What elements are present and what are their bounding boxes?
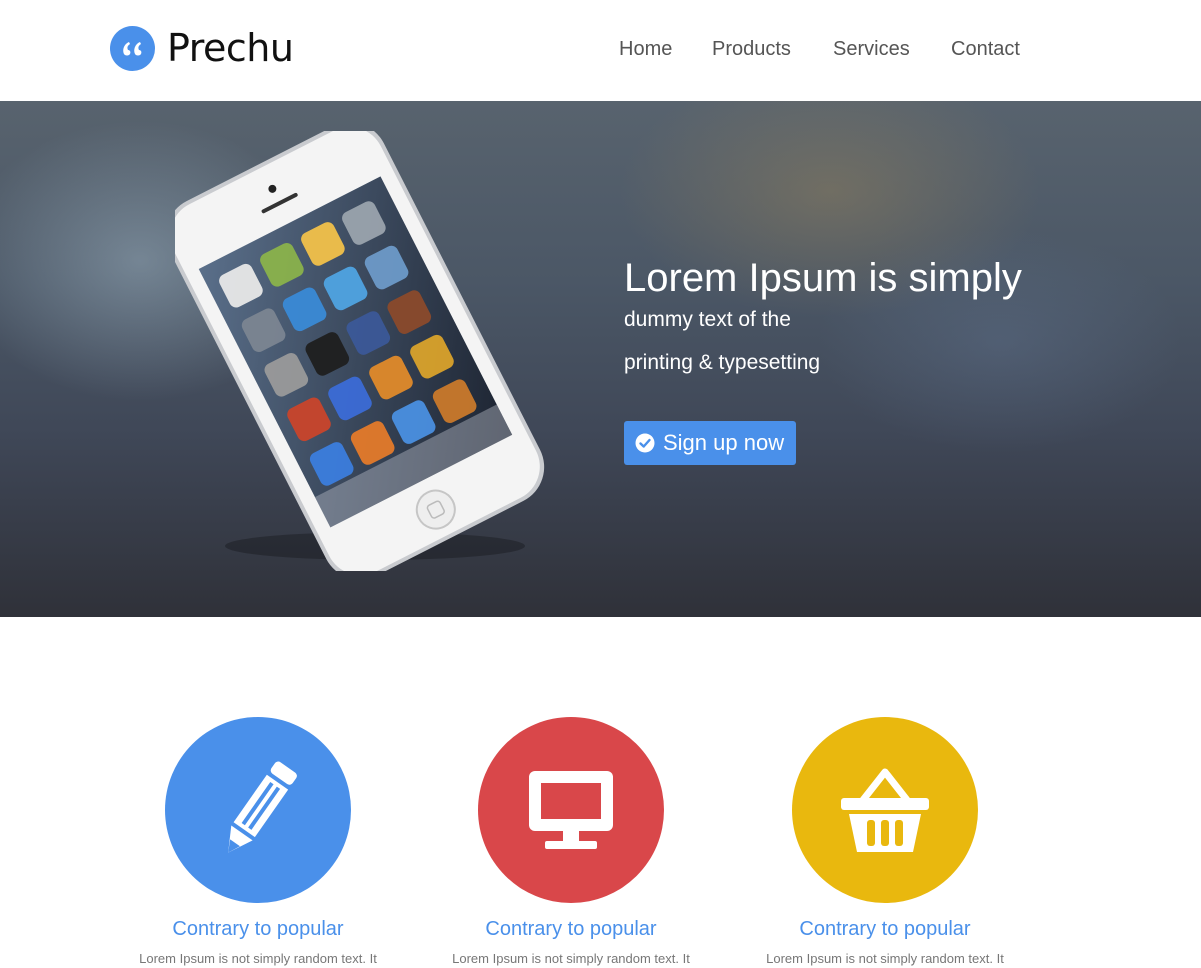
smartphone-image xyxy=(175,131,545,571)
nav-contact[interactable]: Contact xyxy=(951,36,1020,62)
nav-home[interactable]: Home xyxy=(619,36,672,62)
site-header: Prechu Home Products Services Contact xyxy=(0,0,1201,101)
feature-title: Contrary to popular xyxy=(485,918,657,940)
monitor-icon xyxy=(529,771,613,849)
nav-services[interactable]: Services xyxy=(833,36,910,62)
feature-text: Lorem Ipsum is not simply random text. I… xyxy=(139,951,377,966)
feature-text: Lorem Ipsum is not simply random text. I… xyxy=(452,951,690,966)
pencil-icon xyxy=(228,761,297,853)
feature-card-1: Contrary to popular Lorem Ipsum is not s… xyxy=(139,717,377,966)
hero-subtitle-line-1: dummy text of the xyxy=(624,308,791,331)
feature-icon-circle xyxy=(478,717,664,903)
feature-title: Contrary to popular xyxy=(799,918,971,940)
nav-products[interactable]: Products xyxy=(712,36,791,62)
feature-icon-circle xyxy=(792,717,978,903)
hero-title: Lorem Ipsum is simply xyxy=(624,256,1022,300)
feature-icon-circle xyxy=(165,717,351,903)
feature-card-3: Contrary to popular Lorem Ipsum is not s… xyxy=(766,717,1004,966)
feature-card-2: Contrary to popular Lorem Ipsum is not s… xyxy=(452,717,690,966)
check-circle-icon xyxy=(635,433,655,453)
sign-up-button[interactable]: Sign up now xyxy=(624,421,796,465)
main-nav: Home Products Services Contact xyxy=(0,36,1201,62)
hero-subtitle-line-2: printing & typesetting xyxy=(624,351,821,374)
feature-title: Contrary to popular xyxy=(172,918,344,940)
basket-icon xyxy=(841,768,929,852)
hero-banner: Lorem Ipsum is simply dummy text of the … xyxy=(0,101,1201,617)
feature-text: Lorem Ipsum is not simply random text. I… xyxy=(766,951,1004,966)
sign-up-label: Sign up now xyxy=(663,430,785,455)
